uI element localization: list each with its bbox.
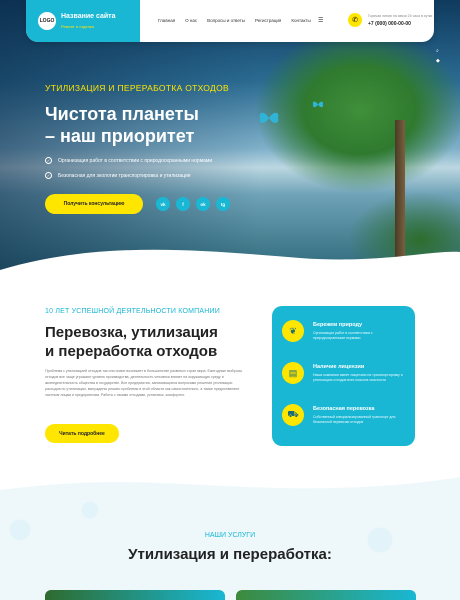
logo-block[interactable]: LOGO Название сайта Ремонт и отделка [26,0,140,42]
about-title: Перевозка, утилизация и переработка отхо… [45,323,265,361]
about-text: Проблема с утилизацией отходов так или и… [45,369,243,397]
feature-text: Собственный специализированный транспорт… [313,415,396,424]
tree-image [395,120,405,260]
nav-item-about[interactable]: О нас [185,18,197,23]
license-icon: ▤ [282,362,304,384]
feature-title: Наличие лицензии [313,364,365,370]
logo: LOGO [38,12,56,30]
vk-icon[interactable]: vk [156,197,170,211]
hero-title-line: Чистота планеты [45,104,199,124]
about-title-line: Перевозка, утилизация [45,324,218,341]
hero-subtitle: УТИЛИЗАЦИЯ И ПЕРЕРАБОТКА ОТХОДОВ [45,83,229,93]
services-title: Утилизация и переработка: [128,546,332,563]
read-more-button[interactable]: Читать подробнее [45,424,119,443]
about-subtitle: 10 ЛЕТ УСПЕШНОЙ ДЕЯТЕЛЬНОСТИ КОМПАНИИ [45,308,220,315]
hero-title: Чистота планеты – наш приоритет [45,103,265,147]
butterfly-icon [312,101,324,108]
service-card[interactable] [236,590,416,600]
cart-icon[interactable]: ◆ [436,58,440,64]
facebook-icon[interactable]: f [176,197,190,211]
nav-item-contacts[interactable]: Контакты [291,18,310,23]
services-subtitle: НАШИ УСЛУГИ [204,532,256,539]
nav-item-faq[interactable]: Вопросы и ответы [207,18,245,23]
feature-text: Организация работ в соответствии с приро… [313,331,373,340]
telegram-icon[interactable]: tg [216,197,230,211]
hero-wave-divider [0,249,460,290]
phone-icon[interactable]: ✆ [348,13,362,27]
check-icon: ✓ [45,157,52,164]
service-card[interactable] [45,590,225,600]
hands-leaf-icon: ❦ [282,320,304,342]
hero-check-text: Организация работ в соответствии с приро… [58,157,213,164]
phone-number[interactable]: +7 (000) 000-00-00 [368,21,411,27]
menu-icon[interactable]: ☰ [318,17,323,24]
feature-title: Бережем природу [313,322,363,328]
odnoklassniki-icon[interactable]: ok [196,197,210,211]
main-nav: Главная О нас Вопросы и ответы Регистрац… [158,18,311,23]
hero-check-item: ✓ Организация работ в соответствии с при… [45,157,212,164]
site-tagline: Ремонт и отделка [61,24,94,29]
hero-check-item: ✓ Безопасная для экологии транспортировк… [45,172,191,179]
consultation-button[interactable]: Получить консультацию [45,194,143,214]
phone-label: Горячая линия на связи 24 часа в сутки [368,14,433,18]
nav-item-home[interactable]: Главная [158,18,175,23]
feature-title: Безопасная перевозка [313,406,375,412]
features-card: ❦ Бережем природу Организация работ в со… [272,306,415,446]
site-name: Название сайта [61,13,116,20]
hero-check-text: Безопасная для экологии транспортировка … [58,172,191,179]
services-wave-divider [0,455,460,490]
nav-item-register[interactable]: Регистрация [255,18,281,23]
feature-text: Наша компания имеет лицензию на транспор… [313,373,403,382]
truck-icon: ⛟ [282,404,304,426]
page: LOGO Название сайта Ремонт и отделка Гла… [0,0,460,600]
hero-title-line: – наш приоритет [45,126,195,146]
about-title-line: и переработка отходов [45,343,218,360]
search-icon[interactable]: ⌕ [436,48,439,54]
site-header: LOGO Название сайта Ремонт и отделка Гла… [26,0,434,42]
check-icon: ✓ [45,172,52,179]
